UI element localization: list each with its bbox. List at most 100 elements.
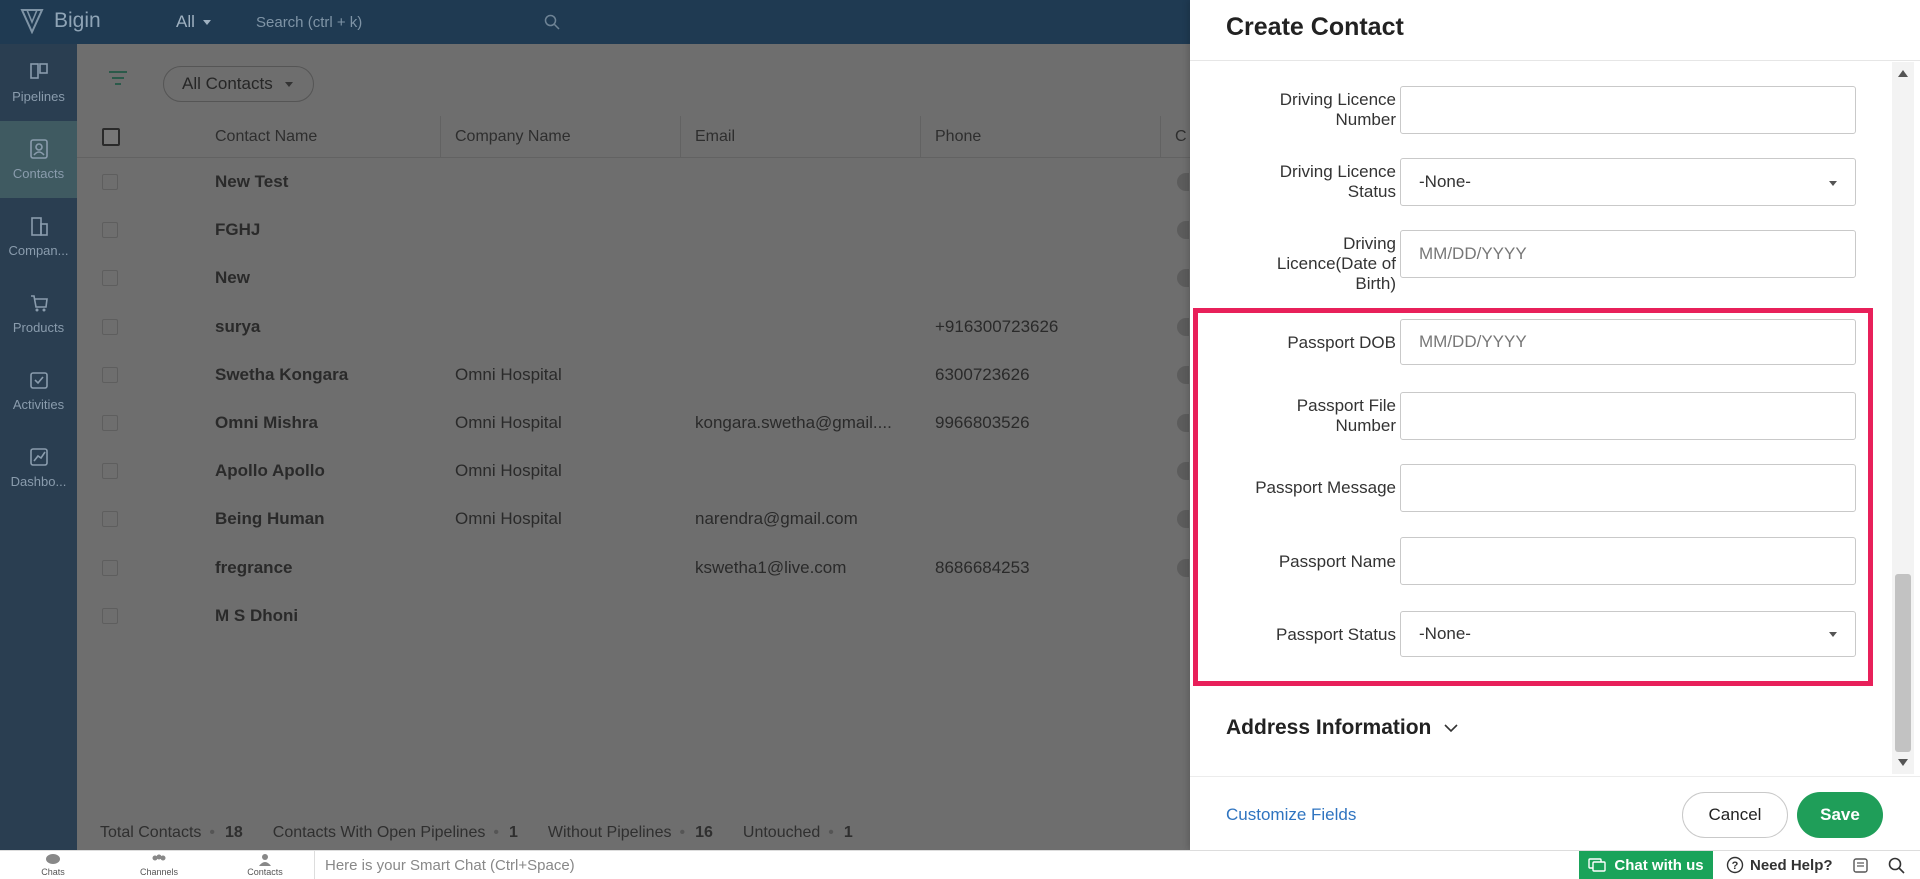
- contact-name[interactable]: surya: [215, 317, 260, 337]
- table-row[interactable]: New Test: [77, 158, 1190, 206]
- contact-name[interactable]: Being Human: [215, 509, 325, 529]
- bottom-item-chats[interactable]: Chats: [0, 853, 106, 877]
- chevron-down-icon: [284, 81, 293, 87]
- row-checkbox[interactable]: [102, 318, 118, 335]
- customize-fields-link[interactable]: Customize Fields: [1226, 805, 1356, 825]
- sidebar-item-label: Contacts: [12, 166, 65, 181]
- chat-with-us-button[interactable]: Chat with us: [1579, 851, 1713, 879]
- contact-name[interactable]: fregrance: [215, 558, 292, 578]
- field-label: Passport Status: [1275, 625, 1396, 644]
- driving-licence-dob-input[interactable]: [1400, 230, 1856, 278]
- row-checkbox[interactable]: [102, 511, 118, 528]
- contact-name[interactable]: New Test: [215, 172, 288, 192]
- table-header: Contact Name Company Name Email Phone C: [77, 116, 1190, 158]
- scrollbar-thumb[interactable]: [1895, 574, 1911, 752]
- truncated-cell: [1177, 317, 1189, 336]
- row-checkbox[interactable]: [102, 559, 118, 576]
- sidebar-item-label: Pipelines: [12, 89, 65, 104]
- table-row[interactable]: Being Human Omni Hospital narendra@gmail.c…: [77, 495, 1190, 543]
- contact-name[interactable]: Omni Mishra: [215, 413, 318, 433]
- column-header[interactable]: Email: [681, 116, 921, 158]
- column-header-label: C: [1175, 128, 1187, 145]
- filter-icon[interactable]: [107, 69, 129, 87]
- search-input[interactable]: [248, 6, 568, 38]
- sidebar-item-pipelines[interactable]: Pipelines: [0, 44, 77, 121]
- row-checkbox[interactable]: [102, 463, 118, 480]
- column-header[interactable]: Phone: [921, 116, 1161, 158]
- passport-dob-input[interactable]: [1400, 319, 1856, 365]
- sidebar-item-contacts[interactable]: Contacts: [0, 121, 77, 198]
- column-header[interactable]: Company Name: [441, 116, 681, 158]
- sidebar-item-products[interactable]: Products: [0, 275, 77, 352]
- contacts-icon: [29, 139, 48, 159]
- products-icon: [30, 295, 48, 312]
- pipelines-icon: [29, 63, 48, 79]
- chat-with-us-label: Chat with us: [1614, 856, 1704, 874]
- bottom-item-contacts[interactable]: Contacts: [212, 853, 318, 877]
- truncated-cell: [1177, 365, 1189, 384]
- contact-name[interactable]: New: [215, 268, 250, 288]
- contacts-list-view: All Contacts Contact Name Company Name E…: [77, 44, 1190, 850]
- summary-untouched: Untouched • 1: [742, 824, 853, 841]
- need-help-button[interactable]: ? Need Help?: [1718, 851, 1833, 879]
- table-row[interactable]: Omni Mishra Omni Hospital kongara.swetha@g…: [77, 399, 1190, 447]
- notes-icon[interactable]: [1852, 857, 1869, 874]
- column-header[interactable]: C: [1161, 116, 1190, 158]
- table-row[interactable]: New: [77, 254, 1190, 302]
- contact-name[interactable]: Swetha Kongara: [215, 365, 348, 385]
- bottom-item-channels[interactable]: Channels: [106, 853, 212, 877]
- table-row[interactable]: fregrance kswetha1@live.com 8686684253: [77, 544, 1190, 592]
- panel-title: Create Contact: [1226, 13, 1404, 41]
- passport-name-input[interactable]: [1400, 537, 1856, 585]
- passport-file-number-input[interactable]: [1400, 392, 1856, 440]
- column-header[interactable]: Contact Name: [201, 116, 441, 158]
- field-label: Passport Message: [1255, 478, 1396, 497]
- sidebar: Pipelines Contacts Compan... Products Ac…: [0, 44, 77, 850]
- summary-without-pipelines: Without Pipelines • 16: [547, 824, 713, 841]
- channels-icon: [152, 854, 166, 861]
- row-checkbox[interactable]: [102, 607, 118, 624]
- select-all-checkbox[interactable]: [102, 127, 120, 146]
- passport-message-input[interactable]: [1400, 464, 1856, 512]
- help-icon: ?: [1726, 856, 1744, 874]
- scroll-down-arrow-icon[interactable]: [1898, 759, 1908, 766]
- save-button[interactable]: Save: [1797, 792, 1883, 838]
- need-help-label: Need Help?: [1750, 856, 1833, 874]
- email: kswetha1@live.com: [695, 557, 847, 577]
- sidebar-item-activities[interactable]: Activities: [0, 352, 77, 429]
- sidebar-item-companies[interactable]: Compan...: [0, 198, 77, 275]
- table-row[interactable]: M S Dhoni: [77, 592, 1190, 640]
- chats-icon: [46, 854, 60, 864]
- sidebar-item-label: Dashbo...: [10, 474, 67, 489]
- search-icon[interactable]: [544, 14, 560, 30]
- passport-status-select[interactable]: -None-: [1400, 611, 1856, 657]
- contact-name[interactable]: Apollo Apollo: [215, 461, 325, 481]
- row-checkbox[interactable]: [102, 270, 118, 287]
- contact-name[interactable]: M S Dhoni: [215, 606, 298, 626]
- table-row[interactable]: FGHJ: [77, 206, 1190, 254]
- phone: 8686684253: [935, 557, 1030, 577]
- app-logo[interactable]: Bigin: [20, 8, 101, 34]
- contact-name[interactable]: FGHJ: [215, 220, 260, 240]
- address-information-section-toggle[interactable]: Address Information: [1226, 716, 1459, 740]
- svg-text:?: ?: [1732, 860, 1739, 872]
- row-checkbox[interactable]: [102, 222, 118, 239]
- driving-licence-number-input[interactable]: [1400, 86, 1856, 134]
- search-icon[interactable]: [1888, 857, 1905, 874]
- smart-chat-input[interactable]: Here is your Smart Chat (Ctrl+Space): [314, 851, 1574, 879]
- table-row[interactable]: Apollo Apollo Omni Hospital: [77, 447, 1190, 495]
- summary-open-pipelines: Contacts With Open Pipelines • 1: [272, 824, 518, 841]
- row-checkbox[interactable]: [102, 415, 118, 432]
- row-checkbox[interactable]: [102, 366, 118, 383]
- view-selector[interactable]: All Contacts: [163, 66, 314, 102]
- sidebar-item-dashboards[interactable]: Dashbo...: [0, 429, 77, 506]
- cancel-button[interactable]: Cancel: [1682, 792, 1788, 838]
- panel-scrollbar[interactable]: [1892, 62, 1914, 774]
- scroll-up-arrow-icon[interactable]: [1898, 70, 1908, 77]
- table-row[interactable]: surya +916300723626: [77, 303, 1190, 351]
- bottom-item-label: Channels: [139, 867, 179, 877]
- search-scope-dropdown[interactable]: All: [176, 12, 211, 32]
- table-row[interactable]: Swetha Kongara Omni Hospital 6300723626: [77, 351, 1190, 399]
- row-checkbox[interactable]: [102, 174, 118, 191]
- driving-licence-status-select[interactable]: -None-: [1400, 158, 1856, 206]
